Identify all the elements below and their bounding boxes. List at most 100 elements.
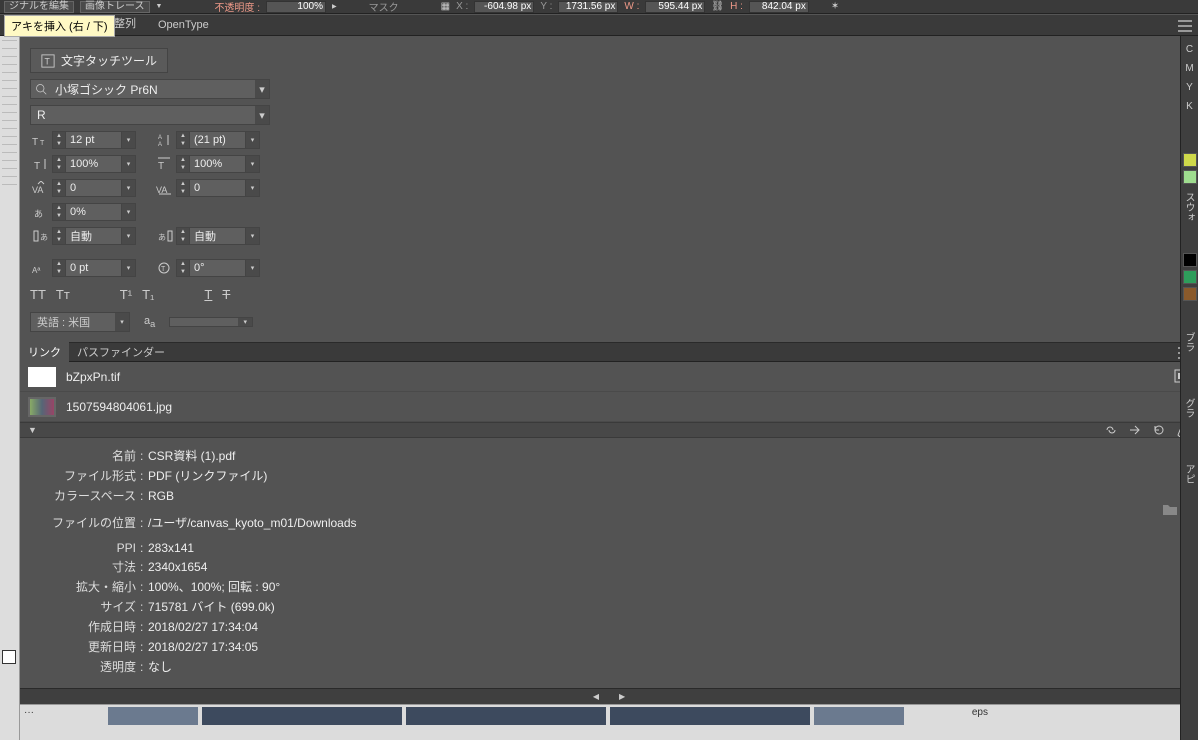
scroll-right-icon[interactable]: ▶ — [619, 692, 625, 701]
x-value[interactable]: -604.98 px — [474, 1, 534, 13]
h-value[interactable]: 842.04 px — [749, 1, 809, 13]
panel-scroller[interactable]: ◀ ▶ — [20, 688, 1198, 704]
detail-label-name: 名前 — [30, 447, 140, 464]
goto-link-icon[interactable] — [1128, 423, 1142, 437]
stepper[interactable]: ▲▼ — [176, 131, 190, 149]
detail-format: PDF (リンクファイル) — [148, 467, 267, 484]
tracking-field[interactable]: VA ▲▼ ▾ — [154, 179, 260, 197]
opacity-value[interactable]: 100% — [266, 1, 326, 13]
chevron-down-icon[interactable]: ▾ — [122, 155, 136, 173]
vertical-scale-field[interactable]: T ▲▼ ▾ — [30, 155, 136, 173]
aki-right-field[interactable]: あ ▲▼ ▾ — [154, 227, 260, 245]
chevron-down-icon[interactable]: ▾ — [122, 227, 136, 245]
leading-input[interactable] — [190, 131, 246, 149]
graphic-label[interactable]: グラ — [1181, 398, 1196, 418]
scroll-left-icon[interactable]: ◀ — [593, 692, 599, 701]
char-rotation-input[interactable] — [190, 259, 246, 277]
chevron-down-icon[interactable]: ▾ — [122, 203, 136, 221]
chevron-down-icon[interactable]: ▾ — [122, 259, 136, 277]
reveal-folder-icon[interactable] — [1162, 502, 1178, 516]
antialias-combo[interactable]: ▾ — [169, 317, 253, 327]
tab-pathfinder[interactable]: パスファインダー — [69, 341, 173, 363]
swatch-green2[interactable] — [1183, 270, 1197, 284]
baseline-shift-input[interactable] — [66, 259, 122, 277]
subscript-toggle[interactable]: T₁ — [142, 287, 154, 302]
svg-text:Aª: Aª — [32, 266, 40, 275]
chevron-down-icon[interactable]: ▾ — [246, 179, 260, 197]
stepper[interactable]: ▲▼ — [176, 155, 190, 173]
y-value[interactable]: 1731.56 px — [558, 1, 618, 13]
chevron-down-icon[interactable]: ▾ — [122, 179, 136, 197]
stepper[interactable]: ▲▼ — [52, 179, 66, 197]
kerning-input[interactable] — [66, 179, 122, 197]
stepper[interactable]: ▲▼ — [176, 227, 190, 245]
language-combo[interactable]: 英語 : 米国 ▾ — [30, 312, 130, 332]
horizontal-scale-field[interactable]: T ▲▼ ▾ — [154, 155, 260, 173]
stepper[interactable]: ▲▼ — [52, 131, 66, 149]
color-m-label: M — [1181, 63, 1198, 74]
stepper[interactable]: ▲▼ — [176, 179, 190, 197]
horizontal-scale-input[interactable] — [190, 155, 246, 173]
font-size-input[interactable] — [66, 131, 122, 149]
swatch-green[interactable] — [1183, 170, 1197, 184]
disclosure-triangle-icon[interactable]: ▼ — [28, 425, 37, 435]
stepper[interactable]: ▲▼ — [52, 203, 66, 221]
chevron-down-icon[interactable]: ▾ — [246, 227, 260, 245]
stepper[interactable]: ▲▼ — [176, 259, 190, 277]
all-caps-toggle[interactable]: TT — [30, 287, 46, 302]
link-wh-icon[interactable]: ⛓ — [711, 1, 724, 12]
chevron-down-icon[interactable]: ▾ — [115, 313, 129, 331]
relink-icon[interactable] — [1104, 423, 1118, 437]
transform-icon[interactable]: ▦ — [441, 1, 450, 12]
small-caps-toggle[interactable]: Tᴛ — [56, 287, 70, 302]
chevron-down-icon[interactable]: ▾ — [122, 131, 136, 149]
swatch-black[interactable] — [1183, 253, 1197, 267]
tab-links[interactable]: リンク — [20, 341, 69, 363]
underline-toggle[interactable]: T — [204, 287, 212, 302]
chevron-down-icon[interactable]: ▾ — [246, 131, 260, 149]
w-value[interactable]: 595.44 px — [645, 1, 705, 13]
chevron-down-icon[interactable]: ▾ — [255, 106, 269, 124]
link-item[interactable]: 1507594804061.jpg — [20, 392, 1198, 422]
tracking-input[interactable] — [190, 179, 246, 197]
mask-button[interactable]: マスク — [369, 0, 399, 14]
baseline-shift-field[interactable]: Aª ▲▼ ▾ — [30, 259, 136, 277]
aki-left-input[interactable] — [66, 227, 122, 245]
font-size-field[interactable]: TT ▲▼ ▾ — [30, 131, 136, 149]
tab-opentype[interactable]: OpenType — [154, 16, 213, 35]
search-icon[interactable] — [31, 80, 51, 98]
crop-icon[interactable]: ✶ — [831, 1, 839, 12]
aki-left-field[interactable]: あ ▲▼ ▾ — [30, 227, 136, 245]
aki-right-input[interactable] — [190, 227, 246, 245]
update-link-icon[interactable] — [1152, 423, 1166, 437]
ruler-strip — [0, 36, 20, 740]
leading-field[interactable]: AA ▲▼ ▾ — [154, 131, 260, 149]
stepper[interactable]: ▲▼ — [52, 155, 66, 173]
vertical-scale-input[interactable] — [66, 155, 122, 173]
chevron-down-icon[interactable]: ▾ — [246, 155, 260, 173]
swatch-yellow[interactable] — [1183, 153, 1197, 167]
svg-text:T: T — [32, 137, 38, 147]
tsume-field[interactable]: あ ▲▼ ▾ — [30, 203, 136, 221]
chevron-down-icon[interactable]: ▾ — [255, 80, 269, 98]
tsume-input[interactable] — [66, 203, 122, 221]
superscript-toggle[interactable]: T¹ — [120, 287, 132, 302]
font-family-combo[interactable]: ▾ — [30, 79, 270, 99]
kerning-field[interactable]: VA ▲▼ ▾ — [30, 179, 136, 197]
font-style-combo[interactable]: R ▾ — [30, 105, 270, 125]
stepper[interactable]: ▲▼ — [52, 227, 66, 245]
appearance-label[interactable]: アピ — [1181, 464, 1196, 484]
chevron-down-icon[interactable]: ▾ — [246, 259, 260, 277]
strikethrough-toggle[interactable]: T — [222, 287, 230, 302]
stepper[interactable]: ▲▼ — [52, 259, 66, 277]
swatch-brown[interactable] — [1183, 287, 1197, 301]
link-item[interactable]: bZpxPn.tif — [20, 362, 1198, 392]
touch-type-tool-button[interactable]: T 文字タッチツール — [30, 48, 168, 73]
chevron-down-icon[interactable]: ▾ — [238, 318, 252, 326]
brush-label[interactable]: ブラ — [1181, 332, 1196, 352]
image-trace-button[interactable]: 画像トレース — [80, 1, 150, 13]
char-rotation-field[interactable]: T ▲▼ ▾ — [154, 259, 260, 277]
font-family-input[interactable] — [51, 80, 255, 98]
swatches-label[interactable]: スウォ — [1181, 192, 1196, 222]
panel-menu-icon[interactable] — [1178, 20, 1192, 32]
